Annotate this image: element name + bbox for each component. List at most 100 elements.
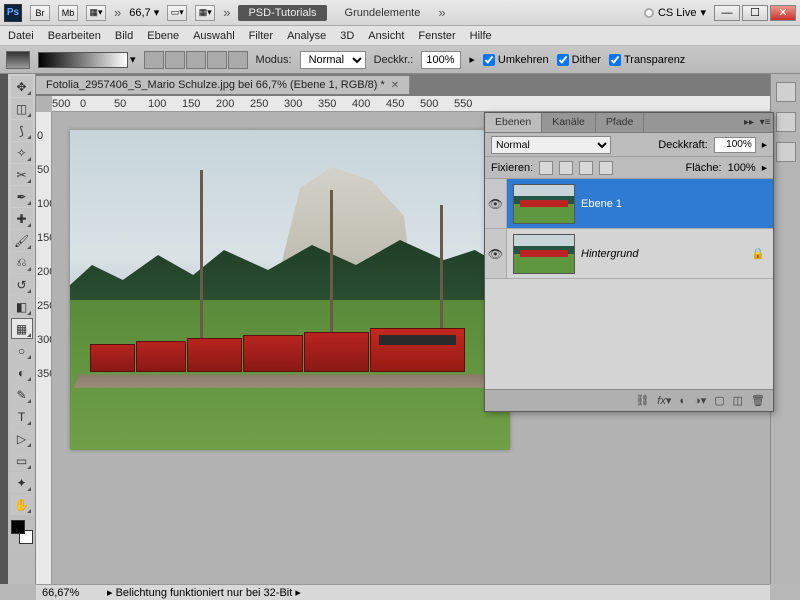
pen-tool[interactable]: ✎ <box>11 384 33 405</box>
stamp-tool[interactable]: ⎌ <box>11 252 33 273</box>
left-collapse-strip[interactable] <box>0 74 8 584</box>
menu-analyse[interactable]: Analyse <box>287 30 326 42</box>
gradient-diamond-button[interactable] <box>228 51 248 69</box>
crop-tool[interactable]: ✂ <box>11 164 33 185</box>
fill-label: Fläche: <box>686 162 722 174</box>
menu-bild[interactable]: Bild <box>115 30 133 42</box>
type-tool[interactable]: T <box>11 406 33 427</box>
visibility-toggle[interactable]: 👁 <box>485 179 507 228</box>
dock-icon-masks[interactable] <box>776 142 796 162</box>
eyedropper-tool[interactable]: ✒ <box>11 186 33 207</box>
minibridge-button[interactable]: Mb <box>58 5 78 21</box>
panel-tab-kanaele[interactable]: Kanäle <box>542 113 596 132</box>
menu-hilfe[interactable]: Hilfe <box>470 30 492 42</box>
gradient-linear-button[interactable] <box>144 51 164 69</box>
gradient-radial-button[interactable] <box>165 51 185 69</box>
heal-tool[interactable]: ✚ <box>11 208 33 229</box>
minimize-button[interactable]: — <box>714 5 740 21</box>
lock-pixels-button[interactable] <box>559 161 573 175</box>
photoshop-icon: Ps <box>4 4 22 22</box>
3d-tool[interactable]: ✦ <box>11 472 33 493</box>
gradient-tool[interactable]: ▦ <box>11 318 33 339</box>
fill-value[interactable]: 100% <box>728 162 756 174</box>
maximize-button[interactable]: ☐ <box>742 5 768 21</box>
chevron-double-icon: » <box>114 5 121 20</box>
blend-mode-select[interactable]: Normal <box>300 51 366 69</box>
layers-panel-footer: ⛓ fx▾ ◐ ◑▾ ▢ ◫ 🗑 <box>485 389 773 411</box>
menu-bearbeiten[interactable]: Bearbeiten <box>48 30 101 42</box>
screen-mode-button[interactable]: ▦▾ <box>86 5 106 21</box>
panel-menu-icon[interactable]: ▾≡ <box>757 113 773 132</box>
lasso-tool[interactable]: ⟆ <box>11 120 33 141</box>
history-brush-tool[interactable]: ↺ <box>11 274 33 295</box>
delete-layer-button[interactable]: 🗑 <box>751 394 765 407</box>
menu-datei[interactable]: Datei <box>8 30 34 42</box>
foreground-color[interactable] <box>11 520 25 534</box>
menu-ansicht[interactable]: Ansicht <box>368 30 404 42</box>
blur-tool[interactable]: ○ <box>11 340 33 361</box>
lock-position-button[interactable] <box>579 161 593 175</box>
panel-tab-pfade[interactable]: Pfade <box>596 113 644 132</box>
layer-name[interactable]: Hintergrund <box>581 248 751 260</box>
reverse-checkbox[interactable]: Umkehren <box>483 54 549 66</box>
layer-name[interactable]: Ebene 1 <box>581 198 773 210</box>
view-extras-button[interactable]: ▭▾ <box>167 5 187 21</box>
visibility-toggle[interactable]: 👁 <box>485 229 507 278</box>
panel-collapse-icon[interactable]: ▸▸ <box>741 113 757 132</box>
hand-tool[interactable]: ✋ <box>11 494 33 515</box>
color-swatches[interactable] <box>11 520 33 544</box>
magic-wand-tool[interactable]: ✧ <box>11 142 33 163</box>
arrange-button[interactable]: ▦▾ <box>195 5 215 21</box>
brush-tool[interactable]: 🖌 <box>11 230 33 251</box>
layers-list: 👁 Ebene 1 👁 Hintergrund 🔒 <box>485 179 773 389</box>
dither-checkbox[interactable]: Dither <box>557 54 601 66</box>
move-tool[interactable]: ✥ <box>11 76 33 97</box>
status-zoom[interactable]: 66,67% <box>42 587 97 599</box>
menu-auswahl[interactable]: Auswahl <box>193 30 235 42</box>
options-bar: ▾ Modus: Normal Deckkr.: 100%▸ Umkehren … <box>0 46 800 74</box>
tool-preset-button[interactable] <box>6 51 30 69</box>
transparency-checkbox[interactable]: Transparenz <box>609 54 685 66</box>
bridge-button[interactable]: Br <box>30 5 50 21</box>
layer-blend-select[interactable]: Normal <box>491 136 611 154</box>
gradient-picker[interactable]: ▾ <box>38 52 136 68</box>
link-layers-button[interactable]: ⛓ <box>635 394 649 407</box>
panel-tab-ebenen[interactable]: Ebenen <box>485 113 542 132</box>
workspace-grundelemente[interactable]: Grundelemente <box>335 5 431 21</box>
lock-all-button[interactable] <box>599 161 613 175</box>
shape-tool[interactable]: ▭ <box>11 450 33 471</box>
adjustment-layer-button[interactable]: ◑▾ <box>694 394 706 407</box>
lock-transparent-button[interactable] <box>539 161 553 175</box>
layer-group-button[interactable]: ▢ <box>714 394 724 407</box>
zoom-label[interactable]: 66,7 ▾ <box>129 6 159 19</box>
layer-fx-button[interactable]: fx▾ <box>657 394 671 407</box>
path-select-tool[interactable]: ▷ <box>11 428 33 449</box>
opacity-value[interactable]: 100% <box>421 51 461 69</box>
right-dock <box>770 74 800 584</box>
layer-item[interactable]: 👁 Hintergrund 🔒 <box>485 229 773 279</box>
close-button[interactable]: ✕ <box>770 5 796 21</box>
layers-panel: Ebenen Kanäle Pfade ▸▸ ▾≡ Normal Deckkra… <box>484 112 774 412</box>
menu-fenster[interactable]: Fenster <box>418 30 455 42</box>
dodge-tool[interactable]: ◐ <box>11 362 33 383</box>
status-bar: 66,67% ▸ Belichtung funktioniert nur bei… <box>36 584 770 600</box>
menu-filter[interactable]: Filter <box>249 30 273 42</box>
new-layer-button[interactable]: ◫ <box>733 394 743 407</box>
gradient-reflected-button[interactable] <box>207 51 227 69</box>
layer-mask-button[interactable]: ◐ <box>679 395 686 407</box>
gradient-angle-button[interactable] <box>186 51 206 69</box>
eraser-tool[interactable]: ◧ <box>11 296 33 317</box>
dock-icon-swatches[interactable] <box>776 82 796 102</box>
workspace-psd-tutorials[interactable]: PSD-Tutorials <box>238 5 326 21</box>
layer-thumbnail[interactable] <box>513 234 575 274</box>
cs-live-button[interactable]: CS Live ▾ <box>644 6 706 19</box>
dock-icon-adjustments[interactable] <box>776 112 796 132</box>
layer-item[interactable]: 👁 Ebene 1 <box>485 179 773 229</box>
menu-ebene[interactable]: Ebene <box>147 30 179 42</box>
marquee-tool[interactable]: ◫ <box>11 98 33 119</box>
layer-opacity-value[interactable]: 100% <box>714 137 756 153</box>
tab-close-icon[interactable]: ✕ <box>391 80 399 91</box>
document-tab[interactable]: Fotolia_2957406_S_Mario Schulze.jpg bei … <box>36 76 410 94</box>
layer-thumbnail[interactable] <box>513 184 575 224</box>
menu-3d[interactable]: 3D <box>340 30 354 42</box>
